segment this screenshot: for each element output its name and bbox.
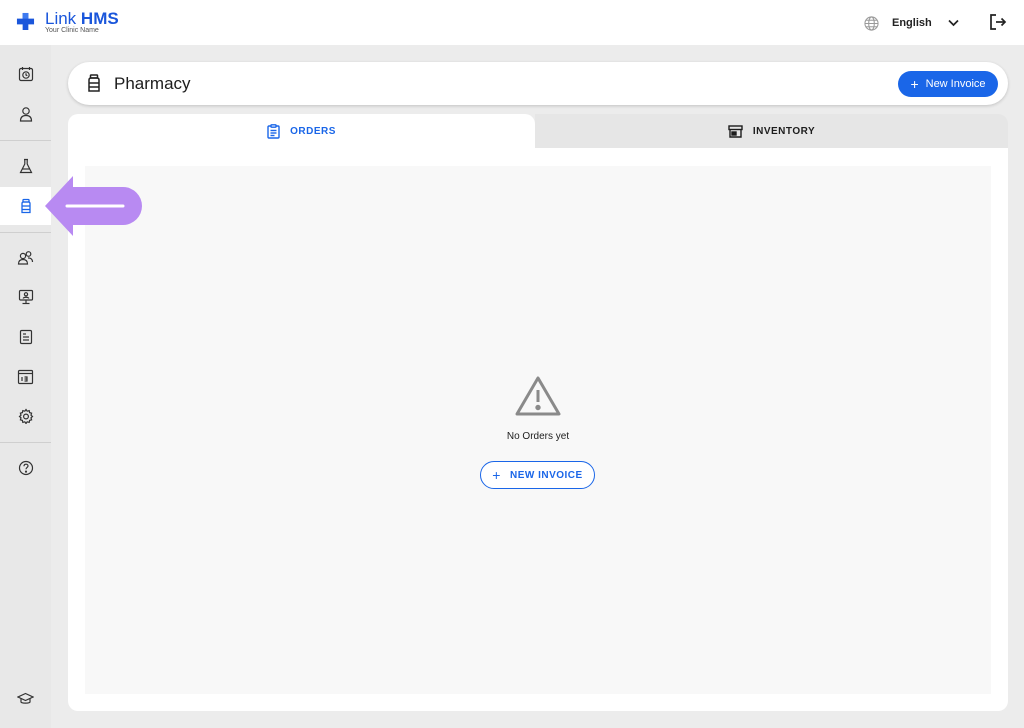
staff-users-icon	[17, 251, 34, 265]
monitor-display-icon	[18, 289, 33, 305]
pharmacy-bottle-icon	[20, 198, 31, 214]
store-icon	[728, 124, 743, 138]
sidebar-item-staff[interactable]	[0, 239, 51, 277]
brand-link: Link	[45, 9, 77, 28]
new-invoice-button[interactable]: + New Invoice	[898, 71, 998, 97]
patient-user-icon	[19, 107, 32, 122]
page-header: Pharmacy + New Invoice	[68, 62, 1008, 105]
tab-orders-label: ORDERS	[290, 125, 336, 137]
new-invoice-outline-button[interactable]: + NEW INVOICE	[480, 461, 595, 489]
app-logo[interactable]: Link HMS Your Clinic Name	[16, 9, 126, 37]
logo-cross-icon	[16, 12, 35, 31]
laboratory-flask-icon	[19, 158, 32, 174]
sidebar-item-patients[interactable]	[0, 95, 51, 133]
sidebar-item-statistics[interactable]	[0, 358, 51, 396]
tab-inventory[interactable]: INVENTORY	[535, 114, 1008, 148]
statistics-chart-icon	[17, 369, 34, 385]
pharmacy-bottle-icon	[88, 74, 100, 92]
annotation-arrow-icon	[45, 176, 142, 236]
sidebar	[0, 45, 51, 728]
sidebar-item-reports[interactable]	[0, 318, 51, 356]
orders-panel: No Orders yet + NEW INVOICE	[68, 148, 1008, 711]
appointments-clock-icon	[18, 67, 33, 82]
sidebar-item-education[interactable]	[0, 680, 51, 718]
warning-triangle-icon	[515, 376, 561, 416]
new-invoice-outline-label: NEW INVOICE	[509, 469, 583, 481]
brand-name: Link HMS	[45, 9, 119, 29]
tab-inventory-label: INVENTORY	[752, 125, 816, 137]
plus-icon: +	[910, 76, 919, 92]
sidebar-divider	[0, 140, 51, 141]
education-cap-icon	[17, 692, 34, 704]
language-selector[interactable]: English	[864, 14, 959, 32]
empty-state-message: No Orders yet	[506, 431, 570, 442]
language-label: English	[892, 17, 932, 29]
help-circle-icon	[18, 460, 33, 476]
sidebar-divider	[0, 442, 51, 443]
settings-gear-icon	[18, 408, 33, 424]
sidebar-item-settings[interactable]	[0, 397, 51, 435]
page-title: Pharmacy	[114, 74, 191, 93]
plus-icon: +	[492, 467, 501, 483]
sidebar-item-monitor[interactable]	[0, 278, 51, 316]
logout-icon[interactable]	[989, 13, 1007, 31]
report-document-icon	[19, 329, 32, 345]
sidebar-item-help[interactable]	[0, 449, 51, 487]
brand-hms: HMS	[80, 9, 119, 28]
clipboard-list-icon	[267, 123, 280, 139]
tab-orders[interactable]: ORDERS	[68, 114, 535, 148]
tab-bar: ORDERS INVENTORY	[68, 114, 1008, 148]
sidebar-item-appointments[interactable]	[0, 55, 51, 93]
new-invoice-label: New Invoice	[925, 78, 986, 90]
chevron-down-icon	[948, 19, 959, 27]
orders-list: No Orders yet + NEW INVOICE	[85, 166, 991, 694]
top-bar: Link HMS Your Clinic Name English	[0, 0, 1024, 45]
globe-icon	[864, 15, 879, 31]
clinic-name: Your Clinic Name	[45, 27, 99, 34]
